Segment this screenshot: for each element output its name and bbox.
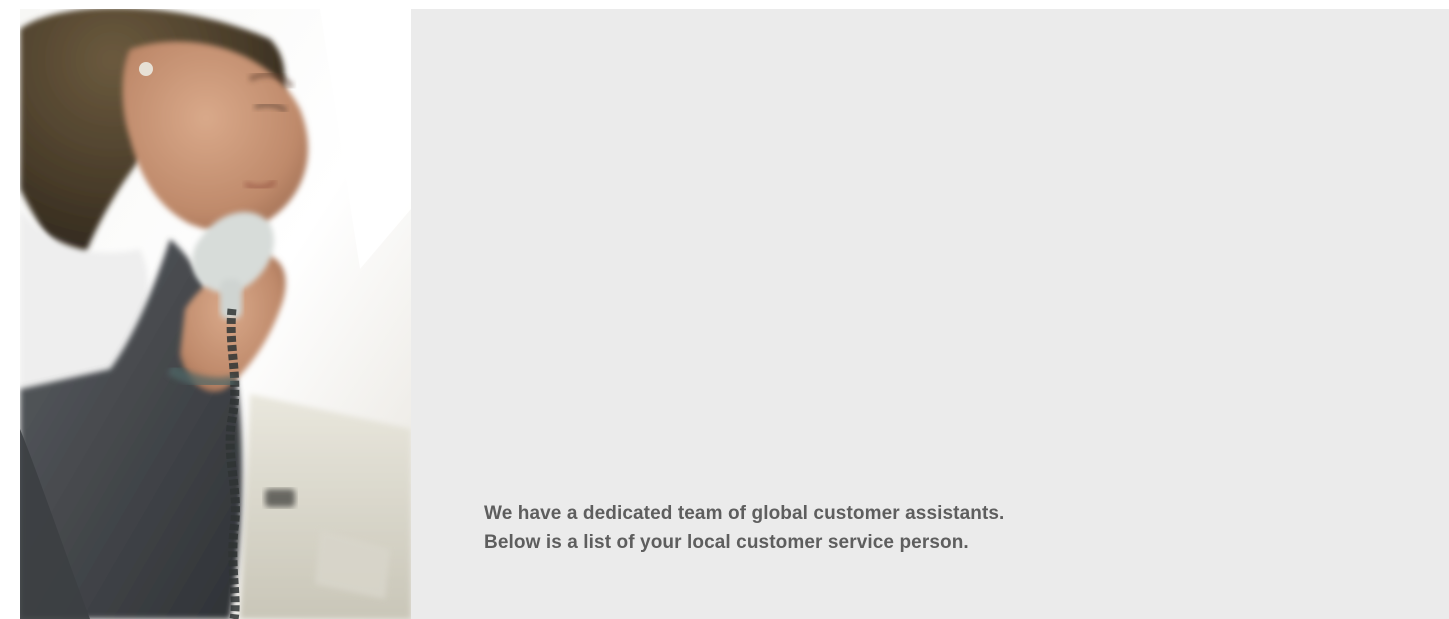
woman-on-phone-illustration — [20, 9, 411, 619]
customer-service-intro: We have a dedicated team of global custo… — [484, 499, 1384, 557]
customer-service-hero: We have a dedicated team of global custo… — [20, 9, 1449, 619]
page: We have a dedicated team of global custo… — [0, 0, 1449, 619]
intro-line-list: Below is a list of your local customer s… — [484, 532, 969, 553]
intro-line-team: We have a dedicated team of global custo… — [484, 503, 1005, 524]
customer-service-photo — [20, 9, 411, 619]
